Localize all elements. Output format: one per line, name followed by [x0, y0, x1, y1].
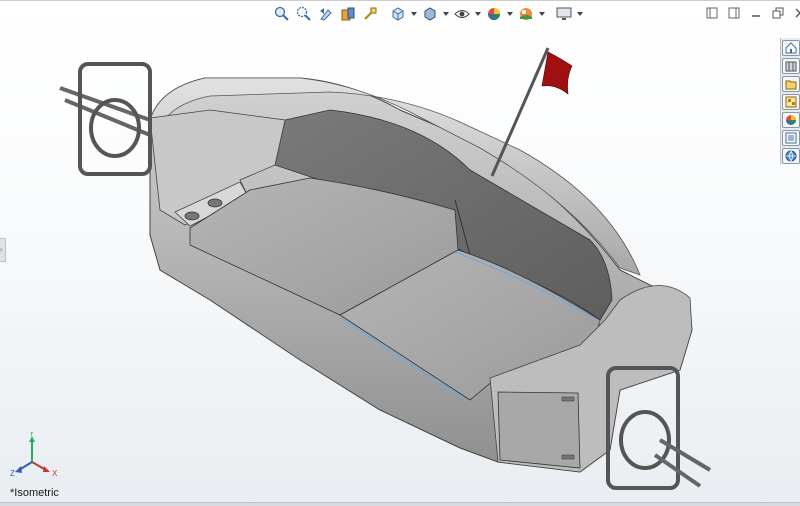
cad-graphics-area[interactable]: › Y X Z *Isometric — [0, 0, 800, 506]
monitor-icon[interactable] — [554, 5, 574, 23]
view-orientation-icon[interactable] — [388, 5, 408, 23]
featuremanager-collapse-handle[interactable]: › — [0, 238, 6, 262]
restore-icon[interactable] — [770, 6, 786, 20]
cup-holder-1 — [184, 211, 200, 221]
task-pane-tabs — [780, 38, 800, 164]
chevron-right-icon: › — [0, 246, 3, 254]
zoom-to-area-icon[interactable] — [294, 5, 314, 23]
door-latch-1 — [561, 396, 575, 402]
globe-icon[interactable] — [782, 148, 800, 164]
window-controls — [704, 6, 800, 22]
eye-icon[interactable] — [452, 5, 472, 23]
chevron-down-icon[interactable] — [474, 5, 482, 23]
chevron-down-icon[interactable] — [538, 5, 546, 23]
flag — [541, 51, 573, 95]
expand-pane-icon[interactable] — [726, 6, 742, 20]
reference-triad: Y X Z — [10, 432, 58, 478]
axis-y-label: Y — [29, 432, 35, 438]
color-wheel-icon[interactable] — [782, 112, 800, 128]
library-icon[interactable] — [782, 58, 800, 74]
restore-pane-icon[interactable] — [704, 6, 720, 20]
axis-x-label: X — [52, 469, 58, 478]
view-orientation-label: *Isometric — [10, 487, 59, 499]
appearance-icon[interactable] — [484, 5, 504, 23]
left-rail — [59, 62, 152, 176]
zoom-to-fit-icon[interactable] — [272, 5, 292, 23]
home-icon[interactable] — [782, 40, 800, 56]
close-icon[interactable] — [792, 6, 800, 20]
chevron-down-icon[interactable] — [576, 5, 584, 23]
minimize-icon[interactable] — [748, 6, 764, 20]
chevron-down-icon[interactable] — [442, 5, 450, 23]
display-style-icon[interactable] — [420, 5, 440, 23]
view-palette-icon[interactable] — [782, 94, 800, 110]
axis-z-label: Z — [10, 469, 15, 478]
heads-up-view-toolbar — [272, 4, 584, 24]
door-latch-2 — [561, 454, 575, 460]
cup-holder-2 — [207, 198, 223, 208]
section-view-icon[interactable] — [338, 5, 358, 23]
folder-icon[interactable] — [782, 76, 800, 92]
previous-view-icon[interactable] — [316, 5, 336, 23]
chevron-down-icon[interactable] — [506, 5, 514, 23]
annotation-icon[interactable] — [360, 5, 380, 23]
properties-icon[interactable] — [782, 130, 800, 146]
chevron-down-icon[interactable] — [410, 5, 418, 23]
boat-seat-3d-model[interactable] — [0, 0, 800, 506]
scene-icon[interactable] — [516, 5, 536, 23]
